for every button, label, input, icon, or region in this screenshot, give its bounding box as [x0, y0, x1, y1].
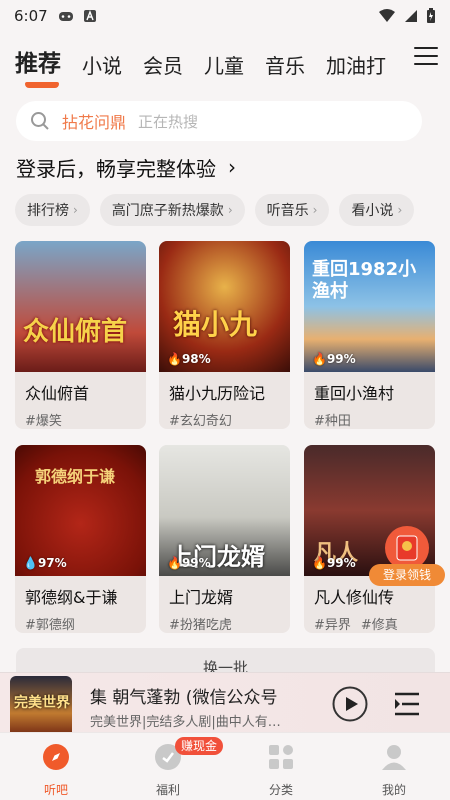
chip-label: 听音乐: [266, 203, 309, 219]
book-card[interactable]: 众仙俯首 众仙俯首 #爆笑: [15, 241, 146, 429]
game-icon: [58, 12, 73, 21]
chip-label: 排行榜: [27, 203, 69, 219]
category-grid-icon: [269, 745, 293, 769]
flame-icon: 💧: [23, 556, 38, 570]
player-track-title: 集 朝气蓬勃 (微信公众号: [90, 688, 278, 708]
quick-chips: 排行榜 › 高门庶子新热爆款 › 听音乐 › 看小说 ›: [15, 194, 450, 226]
cover-title: 猫小九: [173, 308, 258, 341]
chip-hot-series[interactable]: 高门庶子新热爆款 ›: [99, 194, 245, 226]
chip-ranking[interactable]: 排行榜 ›: [15, 194, 90, 226]
nav-label: 分类: [268, 783, 293, 797]
book-title: 猫小九历险记: [169, 384, 266, 403]
playlist-icon[interactable]: [392, 689, 422, 719]
popularity-percent: 🔥98%: [167, 352, 211, 366]
chevron-right-icon: ›: [397, 203, 403, 217]
tab-vip[interactable]: 会员: [143, 56, 183, 84]
tab-music[interactable]: 音乐: [265, 56, 305, 84]
book-cover: 猫小九 🔥98%: [159, 241, 290, 372]
tab-novel[interactable]: 小说: [82, 56, 122, 84]
earn-cash-badge: 赚现金: [175, 737, 224, 755]
chevron-right-icon: ›: [228, 155, 236, 179]
book-card[interactable]: 重回1982小渔村 🔥99% 重回小渔村 #种田: [304, 241, 435, 429]
bottom-nav: 听吧 福利 分类 我的: [0, 732, 450, 800]
book-tags: #异界 #修真: [314, 618, 398, 633]
book-card[interactable]: 猫小九 🔥98% 猫小九历险记 #玄幻奇幻: [159, 241, 290, 429]
cover-title: 重回1982小渔村: [312, 259, 417, 302]
flame-icon: 🔥: [312, 556, 327, 570]
popularity-percent: 🔥99%: [312, 556, 356, 570]
flame-icon: 🔥: [167, 556, 182, 570]
login-prompt[interactable]: 登录后，畅享完整体验 ›: [16, 152, 236, 182]
flame-icon: 🔥: [312, 352, 327, 366]
book-title: 众仙俯首: [25, 384, 90, 403]
book-cover: 郭德纲于谦 💧97%: [15, 445, 146, 576]
top-tabs: 推荐 小说 会员 儿童 音乐 加油打: [0, 38, 404, 88]
book-title: 郭德纲&于谦: [25, 588, 118, 607]
popularity-percent: 🔥99%: [167, 556, 211, 570]
book-card[interactable]: 上门龙婿 🔥99% 上门龙婿 #扮猪吃虎: [159, 445, 290, 633]
book-title: 上门龙婿: [169, 588, 234, 607]
play-icon[interactable]: [332, 686, 368, 722]
book-tags: #爆笑: [25, 414, 62, 429]
chip-label: 高门庶子新热爆款: [111, 203, 224, 219]
chevron-right-icon: ›: [312, 203, 318, 217]
tab-children[interactable]: 儿童: [204, 56, 244, 84]
book-tags: #扮猪吃虎: [169, 618, 232, 633]
popularity-percent: 🔥99%: [312, 352, 356, 366]
status-time: 6:07: [14, 7, 48, 25]
cover-title: 郭德纲于谦: [35, 467, 116, 486]
nav-label: 福利: [155, 783, 180, 797]
wifi-icon: [379, 9, 395, 22]
nav-label: 听吧: [43, 783, 68, 797]
login-prompt-text: 登录后，畅享完整体验: [16, 156, 216, 181]
book-card[interactable]: 郭德纲于谦 💧97% 郭德纲&于谦 #郭德纲: [15, 445, 146, 633]
popularity-percent: 💧97%: [23, 556, 67, 570]
search-bar[interactable]: 拈花问鼎 正在热搜: [16, 101, 422, 141]
battery-icon: [427, 8, 435, 23]
text-a-icon: [83, 10, 96, 22]
book-tags: #玄幻奇幻: [169, 414, 232, 429]
player-cover-title: 完美世界: [14, 695, 70, 711]
book-cover: 重回1982小渔村 🔥99%: [304, 241, 435, 372]
login-reward-label: 登录领钱: [369, 564, 445, 586]
flame-icon: 🔥: [167, 352, 182, 366]
search-hot-query: 拈花问鼎: [62, 113, 127, 132]
chevron-right-icon: ›: [73, 203, 78, 217]
chip-novel[interactable]: 看小说 ›: [339, 194, 415, 226]
user-icon: [382, 745, 406, 770]
book-cover: 众仙俯首: [15, 241, 146, 372]
menu-icon[interactable]: [414, 47, 438, 69]
nav-profile[interactable]: 我的: [338, 733, 450, 800]
book-cover: 上门龙婿 🔥99%: [159, 445, 290, 576]
compass-icon: [43, 744, 69, 770]
nav-label: 我的: [381, 783, 406, 797]
player-track-subtitle: 完美世界|完结多人剧|曲中人有…: [90, 715, 281, 730]
login-reward-widget[interactable]: 登录领钱: [369, 526, 445, 588]
mini-player[interactable]: 完美世界 集 朝气蓬勃 (微信公众号 完美世界|完结多人剧|曲中人有…: [0, 672, 450, 738]
cover-title: 众仙俯首: [23, 317, 128, 347]
search-icon: [31, 112, 49, 130]
chevron-right-icon: ›: [227, 203, 233, 217]
player-cover: 完美世界: [10, 676, 72, 738]
status-bar: 6:07: [0, 0, 450, 32]
nav-listen[interactable]: 听吧: [0, 733, 112, 800]
search-hint: 正在热搜: [138, 112, 199, 131]
book-tags: #郭德纲: [25, 618, 75, 633]
tab-recommend[interactable]: 推荐: [15, 53, 61, 88]
book-title: 重回小渔村: [314, 384, 395, 403]
book-tags: #种田: [314, 414, 351, 429]
signal-icon: [405, 10, 417, 22]
nav-category[interactable]: 分类: [225, 733, 337, 800]
tab-more[interactable]: 加油打: [326, 56, 386, 84]
chip-music[interactable]: 听音乐 ›: [254, 194, 330, 226]
chip-label: 看小说: [351, 203, 394, 219]
